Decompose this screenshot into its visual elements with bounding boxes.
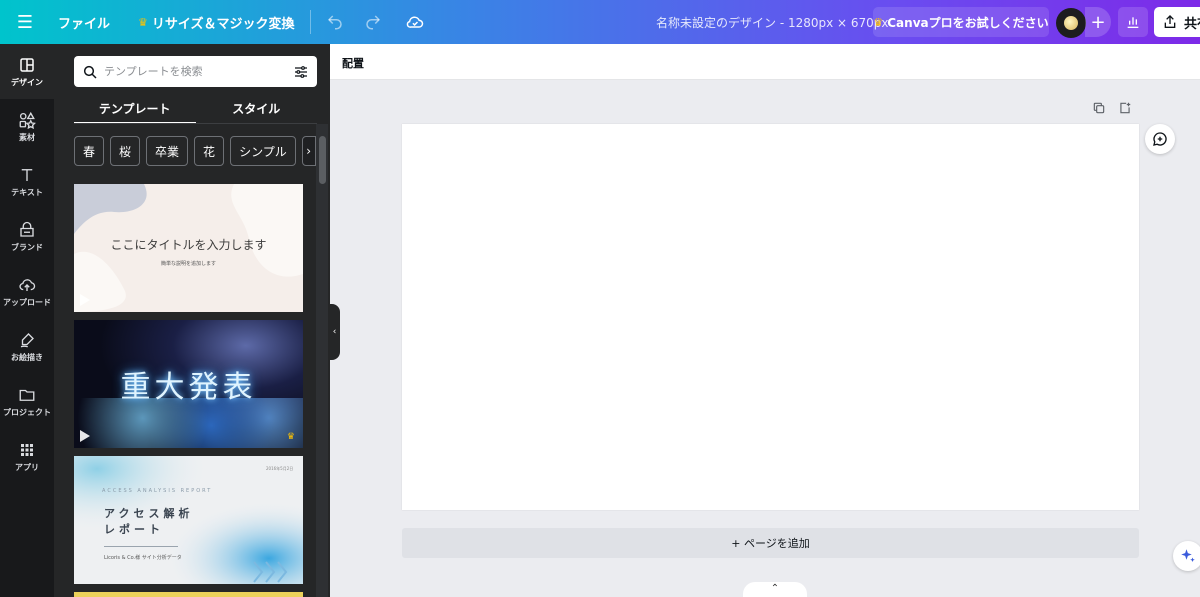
side-rail: デザイン 素材 テキスト ブランド アップロード お絵描き プロジェクト アプリ <box>0 44 54 597</box>
tab-styles[interactable]: スタイル <box>196 96 318 124</box>
rail-item-apps[interactable]: アプリ <box>0 429 54 484</box>
draw-icon <box>20 332 34 347</box>
template-title-text: 重大発表 <box>120 370 257 405</box>
template-title-line: レポート <box>104 523 164 536</box>
redo-icon[interactable] <box>355 4 391 40</box>
template-title-line: アクセス解析 <box>104 507 194 520</box>
avatar[interactable] <box>1056 8 1086 38</box>
keyword-chips: 春 桜 卒業 花 シンプル › <box>74 136 316 166</box>
folder-icon <box>19 389 35 401</box>
scrollbar-thumb[interactable] <box>319 136 326 184</box>
design-page-canvas[interactable] <box>402 124 1139 510</box>
template-title-text: ここにタイトルを入力します <box>110 238 267 252</box>
share-upload-icon <box>1164 15 1176 28</box>
duplicate-page-icon[interactable] <box>1092 101 1106 115</box>
chip-keyword[interactable]: 桜 <box>110 136 141 166</box>
tab-divider <box>74 123 317 124</box>
file-menu-button[interactable]: ファイル <box>58 13 110 32</box>
apps-grid-icon <box>21 443 33 456</box>
shapes-icon <box>19 111 36 129</box>
add-page-button[interactable]: + ページを追加 <box>402 528 1139 558</box>
brand-icon <box>20 221 34 237</box>
rail-label: 素材 <box>19 132 35 142</box>
chip-keyword[interactable]: 卒業 <box>146 136 189 166</box>
template-title-text: アクセス解析 レポート <box>104 506 193 538</box>
arrange-button[interactable]: 配置 <box>342 55 364 71</box>
magic-sparkle-icon[interactable] <box>1173 541 1200 571</box>
collapse-panel-chevron-left-icon[interactable]: ‹ <box>329 304 340 360</box>
filter-sliders-icon[interactable] <box>293 64 309 80</box>
template-card[interactable]: 重大発表 ♛ <box>74 320 303 448</box>
rail-label: プロジェクト <box>3 407 51 417</box>
template-date-text: 2016年5月2日 <box>266 466 294 471</box>
rail-item-design[interactable]: デザイン <box>0 44 54 99</box>
add-page-icon[interactable] <box>1118 101 1132 115</box>
panel-tabs: テンプレート スタイル <box>74 96 317 124</box>
resize-label: リサイズ＆マジック変換 <box>151 16 295 32</box>
try-pro-button[interactable]: ♛ Canvaプロをお試しください <box>873 7 1049 37</box>
add-member-plus-icon[interactable]: + <box>1085 7 1111 37</box>
toolbar-divider <box>309 10 311 34</box>
search-box[interactable] <box>74 56 317 87</box>
rail-label: ブランド <box>11 242 43 252</box>
top-bar: ☰ ファイル ♛ リサイズ＆マジック変換 名称未設定のデザイン - 1280px… <box>0 0 1200 44</box>
rail-item-text[interactable]: テキスト <box>0 154 54 209</box>
chip-keyword[interactable]: シンプル <box>230 136 296 166</box>
share-button[interactable]: 共有 <box>1154 7 1200 37</box>
chip-keyword[interactable]: 春 <box>74 136 105 166</box>
resize-button[interactable]: ♛ リサイズ＆マジック変換 <box>138 13 295 32</box>
add-comment-icon[interactable] <box>1145 124 1175 154</box>
template-subtitle-text: 簡単な説明を追加します <box>160 261 216 267</box>
rail-item-draw[interactable]: お絵描き <box>0 319 54 374</box>
template-footer-text: Licoris & Co.様 サイト分析データ <box>104 555 182 561</box>
try-pro-label: Canvaプロをお試しください <box>887 15 1049 30</box>
rail-label: アプリ <box>15 462 39 472</box>
hamburger-menu-icon[interactable]: ☰ <box>0 0 50 44</box>
template-divider <box>104 546 178 547</box>
rail-label: お絵描き <box>11 352 43 362</box>
undo-icon[interactable] <box>317 4 353 40</box>
tab-templates[interactable]: テンプレート <box>74 96 196 124</box>
rail-label: テキスト <box>11 187 43 197</box>
panel-scrollbar[interactable] <box>316 124 328 597</box>
rail-label: デザイン <box>11 77 43 87</box>
text-icon <box>21 168 33 181</box>
page-tools <box>1092 101 1132 115</box>
search-icon <box>83 65 97 79</box>
rail-item-brand[interactable]: ブランド <box>0 209 54 264</box>
share-label: 共有 <box>1184 16 1200 32</box>
search-input[interactable] <box>104 65 293 78</box>
play-icon <box>80 294 90 306</box>
rail-item-upload[interactable]: アップロード <box>0 264 54 319</box>
rail-label: アップロード <box>3 297 51 307</box>
chevron-right-icon[interactable]: › <box>301 136 316 166</box>
play-icon <box>80 430 90 442</box>
rail-item-projects[interactable]: プロジェクト <box>0 374 54 429</box>
context-toolbar: 配置 <box>330 44 1200 80</box>
template-small-heading: ACCESS ANALYSIS REPORT <box>102 488 213 494</box>
insights-chart-icon[interactable] <box>1118 7 1148 37</box>
chevron-up-icon[interactable]: ⌃ <box>743 582 807 597</box>
crown-icon: ♛ <box>138 15 148 29</box>
layout-icon <box>20 57 34 72</box>
design-title[interactable]: 名称未設定のデザイン - 1280px × 670px <box>656 14 889 31</box>
templates-panel: テンプレート スタイル 春 桜 卒業 花 シンプル › ここにタイトルを入力しま… <box>54 44 330 597</box>
template-card[interactable] <box>74 592 303 597</box>
cloud-save-icon[interactable] <box>397 4 433 40</box>
cloud-upload-icon <box>19 278 36 291</box>
chip-keyword[interactable]: 花 <box>194 136 225 166</box>
template-card[interactable]: ここにタイトルを入力します 簡単な説明を追加します <box>74 184 303 312</box>
crown-icon: ♛ <box>873 15 884 29</box>
crown-icon: ♛ <box>286 432 295 442</box>
rail-item-elements[interactable]: 素材 <box>0 99 54 154</box>
template-card[interactable]: 2016年5月2日 ACCESS ANALYSIS REPORT アクセス解析 … <box>74 456 303 584</box>
